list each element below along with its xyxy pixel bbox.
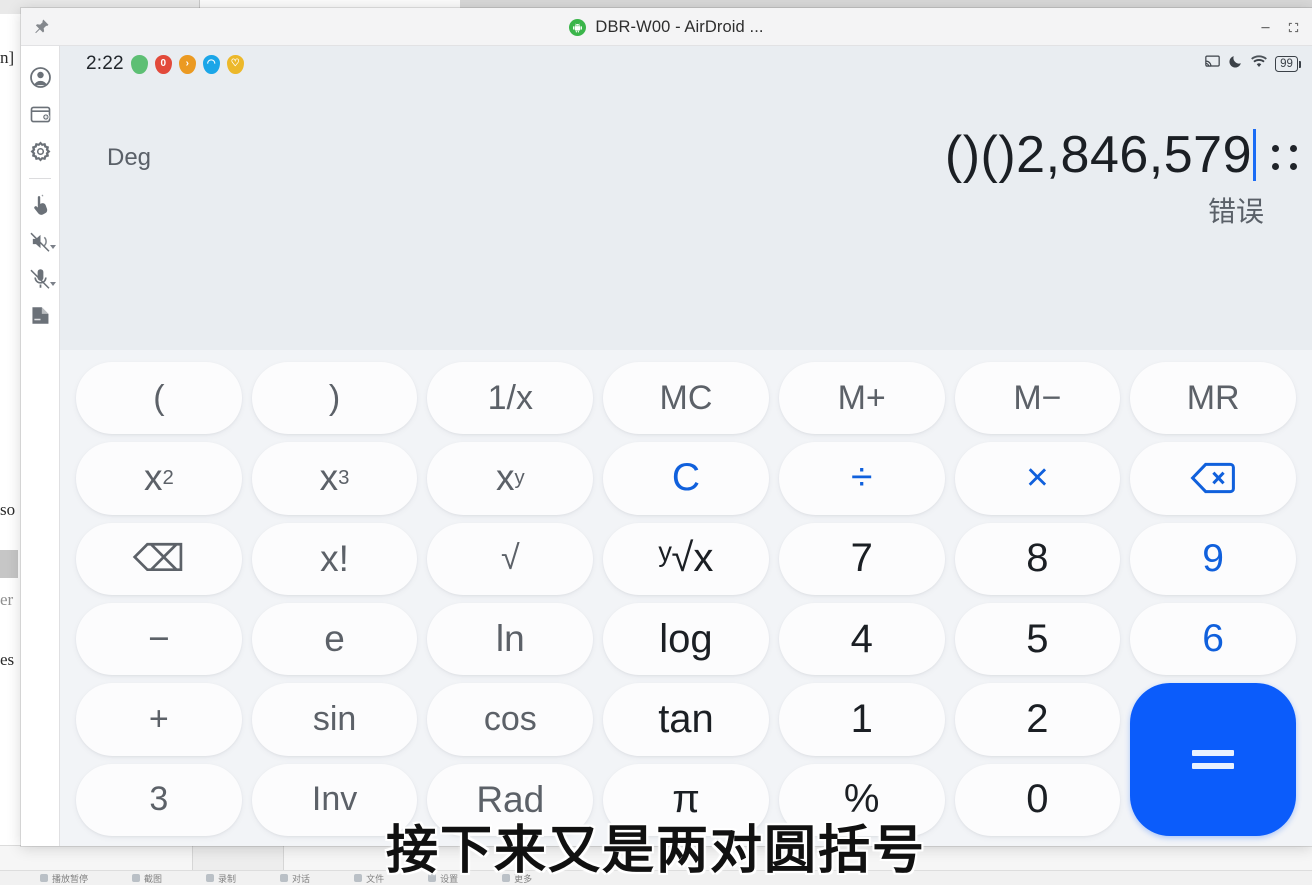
background-grey-chip [0, 550, 18, 578]
key-6[interactable]: 5 [954, 603, 1121, 676]
key-open-paren[interactable]: ( [76, 362, 242, 435]
drag-dot-2 [1290, 145, 1297, 152]
cast-icon [1204, 53, 1221, 75]
expression-text: ()()2,846,579 [944, 126, 1252, 184]
notification-yellow: ♡ [226, 54, 244, 74]
key-square[interactable]: x2 [76, 442, 242, 515]
gear-icon[interactable] [23, 134, 57, 168]
key-plus[interactable]: 6 [1130, 603, 1296, 676]
window-titlebar[interactable]: DBR-W00 - AirDroid ... [21, 8, 1312, 46]
phone-mirror[interactable]: 2:22 0 › ◠ ♡ 99 Deg ()()2,846,579 错误 ()… [60, 46, 1312, 846]
maximize-button[interactable] [1280, 14, 1306, 40]
equals-glyph [1192, 750, 1235, 770]
chevron-down-icon[interactable] [50, 282, 56, 286]
notification-red-glyph: 0 [160, 58, 167, 69]
notification-red: 0 [154, 54, 172, 74]
key-7[interactable]: ʸ√x [603, 522, 769, 595]
touch-pointer-icon[interactable] [23, 187, 57, 221]
key-memory-recall[interactable]: MR [1130, 362, 1296, 435]
window-title-group: DBR-W00 - AirDroid ... [21, 8, 1312, 46]
moon-icon [1228, 54, 1243, 74]
screenshot-icon[interactable] [23, 97, 57, 131]
notification-yellow-glyph: ♡ [230, 58, 240, 69]
video-subtitle: 接下来又是两对圆括号 [385, 821, 926, 881]
key-power[interactable]: xy [427, 442, 594, 515]
key-divide[interactable]: ÷ [778, 442, 945, 515]
key-square-base: x [143, 457, 163, 499]
key-log[interactable]: ln [427, 603, 594, 676]
rail-divider [29, 178, 51, 179]
key-reciprocal[interactable]: 1/x [427, 362, 594, 435]
key-cube-base: x [319, 457, 339, 499]
key-memory-clear[interactable]: MC [603, 362, 769, 435]
chevron-down-icon[interactable] [50, 245, 56, 249]
expression-field[interactable]: ()()2,846,579 [945, 128, 1256, 183]
expression-row: ()()2,846,579 [945, 128, 1300, 183]
microphone-muted-icon[interactable] [23, 261, 57, 295]
drag-dots-icon[interactable] [1272, 145, 1300, 173]
key-3[interactable]: 2 [954, 683, 1121, 756]
phone-status-bar: 2:22 0 › ◠ ♡ 99 [60, 46, 1312, 82]
key-e[interactable]: − [76, 603, 242, 676]
background-text-fragment-2: so [0, 500, 16, 519]
key-8[interactable]: 7 [778, 522, 945, 595]
key-nth-root[interactable]: √ [427, 522, 594, 595]
key-cos[interactable]: sin [251, 683, 418, 756]
error-message: 错误 [1207, 196, 1264, 227]
key-memory-sub[interactable]: M− [954, 362, 1121, 435]
background-text-fragment-3: er [0, 590, 14, 609]
key-4[interactable]: log [603, 603, 769, 676]
calculator-keypad: ( ) 1/x MC M+ M− MR x2 x3 xy C ÷ × ⌫ x! … [60, 350, 1312, 846]
key-9[interactable]: 8 [954, 522, 1121, 595]
drag-dot-3 [1272, 163, 1279, 170]
notification-blue-glyph: ◠ [206, 58, 216, 69]
window-controls [1252, 8, 1306, 46]
status-bar-left: 2:22 0 › ◠ ♡ [86, 53, 244, 75]
drag-dot-4 [1290, 163, 1297, 170]
key-power-base: x [495, 457, 515, 499]
background-text-fragment-4: es [0, 650, 15, 669]
speaker-muted-icon[interactable] [23, 224, 57, 258]
status-time: 2:22 [86, 53, 124, 74]
key-memory-add[interactable]: M+ [778, 362, 945, 435]
calculator-display: Deg ()()2,846,579 错误 [60, 82, 1312, 350]
key-1[interactable]: tan [603, 683, 769, 756]
android-robot-icon [569, 18, 587, 36]
wifi-icon [1250, 54, 1268, 74]
status-bar-right: 99 [1204, 53, 1301, 75]
background-text-fragment-1: n] [0, 48, 15, 67]
file-transfer-icon[interactable] [23, 298, 57, 332]
key-close-paren[interactable]: ) [251, 362, 418, 435]
tool-rail [21, 46, 60, 846]
key-sqrt[interactable]: x! [251, 522, 418, 595]
key-tan[interactable]: cos [427, 683, 594, 756]
key-2[interactable]: 1 [778, 683, 945, 756]
equals-bar-top [1192, 750, 1235, 757]
angle-mode-label[interactable]: Deg [107, 144, 151, 172]
airdroid-window: DBR-W00 - AirDroid ... 2:22 0 › ◠ ♡ 99 D… [21, 8, 1312, 846]
key-backspace[interactable] [1130, 442, 1296, 515]
pin-icon[interactable] [21, 8, 61, 46]
key-minus[interactable]: 9 [1130, 522, 1296, 595]
key-ln[interactable]: e [251, 603, 418, 676]
battery-level: 99 [1275, 56, 1301, 72]
notification-orange-glyph: › [185, 58, 189, 69]
drag-dot-1 [1272, 145, 1279, 152]
window-title: DBR-W00 - AirDroid ... [595, 17, 764, 36]
key-clear[interactable]: C [603, 442, 769, 515]
key-multiply[interactable]: × [954, 442, 1121, 515]
key-cube[interactable]: x3 [251, 442, 418, 515]
equals-bar-bottom [1192, 763, 1235, 770]
minimize-button[interactable] [1252, 14, 1278, 40]
text-caret [1253, 129, 1256, 182]
notification-blue: ◠ [202, 54, 220, 74]
backspace-icon [1190, 463, 1236, 494]
account-icon[interactable] [23, 60, 57, 94]
key-factorial[interactable]: ⌫ [76, 522, 242, 595]
key-sin[interactable]: + [76, 683, 242, 756]
notification-orange: › [178, 54, 196, 74]
key-5[interactable]: 4 [778, 603, 945, 676]
notification-green [130, 54, 148, 74]
